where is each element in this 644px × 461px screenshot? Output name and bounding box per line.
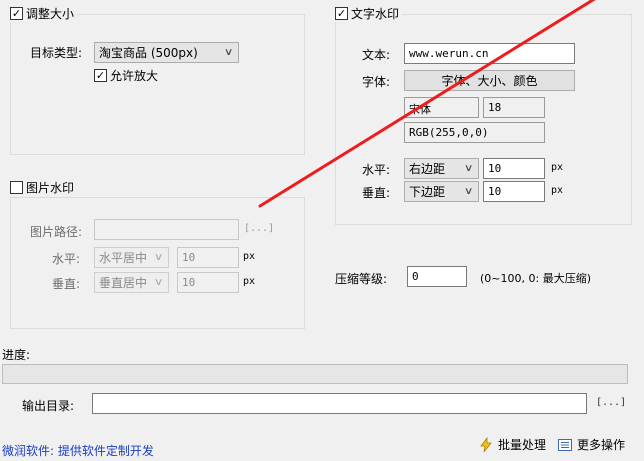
image-vertical-select[interactable]: 垂直居中 ∨ [94,272,169,293]
image-watermark-checkbox-box[interactable] [10,181,23,194]
chevron-down-icon: ∨ [223,47,234,58]
text-vertical-offset[interactable]: 10 [483,181,545,202]
text-label: 文本: [362,48,391,62]
allow-enlarge-checkbox[interactable]: ✓ 允许放大 [94,67,162,84]
resize-checkbox-box[interactable]: ✓ [10,7,23,20]
allow-enlarge-label: 允许放大 [110,69,159,83]
image-watermark-checkbox[interactable]: 图片水印 [10,179,78,196]
image-vertical-label: 垂直: [52,277,81,291]
image-horizontal-select[interactable]: 水平居中 ∨ [94,247,169,268]
chevron-down-icon: ∨ [463,186,474,197]
image-path-input[interactable] [94,219,239,240]
batch-process-label: 批量处理 [498,438,547,452]
text-vertical-unit: px [551,185,564,196]
lightning-icon [480,436,492,452]
output-browse-button[interactable]: [...] [596,397,626,408]
image-horizontal-label: 水平: [52,252,81,266]
chevron-down-icon: ∨ [463,163,474,174]
image-vertical-unit: px [243,276,256,287]
company-link[interactable]: 微润软件: 提供软件定制开发 [2,442,154,459]
output-dir-input[interactable] [92,393,587,414]
text-vertical-select[interactable]: 下边距 ∨ [404,181,479,202]
image-vertical-value: 垂直居中 [99,276,148,290]
text-watermark-checkbox[interactable]: ✓ 文字水印 [335,5,403,22]
allow-enlarge-checkbox-box[interactable]: ✓ [94,69,107,82]
target-type-select[interactable]: 淘宝商品 (500px) ∨ [94,42,239,63]
text-horizontal-select[interactable]: 右边距 ∨ [404,158,479,179]
more-actions-button[interactable]: 更多操作 [557,436,625,453]
output-dir-label: 输出目录: [22,399,75,413]
check-icon: ✓ [336,7,347,20]
font-color-field: RGB(255,0,0) [404,122,545,143]
image-horizontal-offset[interactable]: 10 [177,247,239,268]
text-vertical-value: 下边距 [409,185,446,199]
progress-label: 进度: [2,348,31,362]
more-actions-label: 更多操作 [577,438,626,452]
batch-process-button[interactable]: 批量处理 [478,436,546,453]
image-horizontal-unit: px [243,251,256,262]
compression-hint: (0~100, 0: 最大压缩) [480,272,591,285]
image-path-browse-button[interactable]: [...] [244,223,274,234]
compression-input[interactable]: 0 [407,266,467,287]
target-type-value: 淘宝商品 (500px) [99,46,198,60]
resize-group [10,14,305,155]
check-icon: ✓ [95,69,106,82]
chevron-down-icon: ∨ [153,252,164,263]
text-horizontal-value: 右边距 [409,162,446,176]
progress-bar [2,364,628,384]
text-vertical-label: 垂直: [362,186,391,200]
image-path-label: 图片路径: [30,225,83,239]
image-vertical-offset[interactable]: 10 [177,272,239,293]
image-watermark-checkbox-label: 图片水印 [26,181,75,195]
resize-checkbox-label: 调整大小 [26,7,75,21]
text-horizontal-label: 水平: [362,163,391,177]
font-name-field: 宋体 [404,97,479,118]
chevron-down-icon: ∨ [153,277,164,288]
font-button[interactable]: 字体、大小、颜色 [404,70,575,91]
font-label: 字体: [362,75,391,89]
image-horizontal-value: 水平居中 [99,251,148,265]
check-icon: ✓ [11,7,22,20]
list-icon [558,438,572,451]
text-watermark-checkbox-label: 文字水印 [351,7,400,21]
compression-label: 压缩等级: [335,272,388,286]
resize-checkbox[interactable]: ✓ 调整大小 [10,5,78,22]
text-horizontal-offset[interactable]: 10 [483,158,545,179]
text-horizontal-unit: px [551,162,564,173]
watermark-text-input[interactable]: www.werun.cn [404,43,575,64]
target-type-label: 目标类型: [30,46,83,60]
font-size-field: 18 [483,97,545,118]
text-watermark-checkbox-box[interactable]: ✓ [335,7,348,20]
